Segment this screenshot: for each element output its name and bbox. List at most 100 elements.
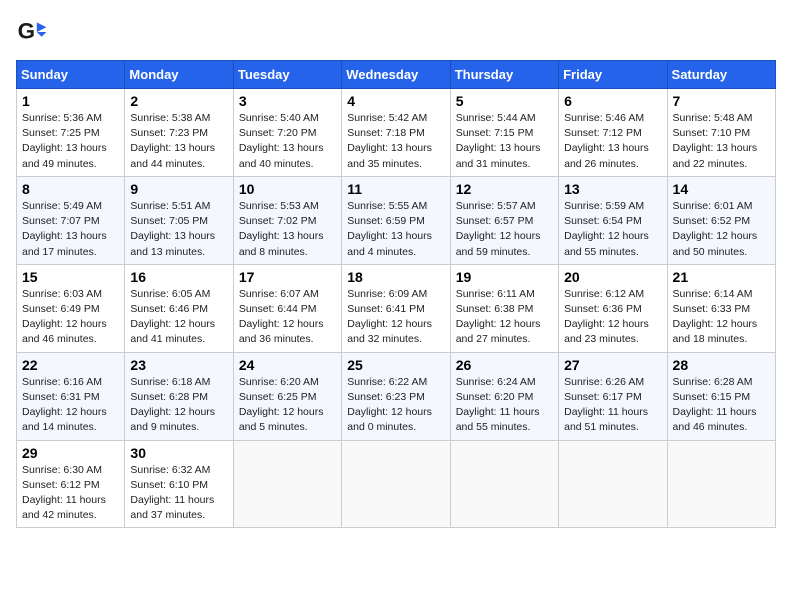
calendar-cell: 5 Sunrise: 5:44 AM Sunset: 7:15 PM Daylig… [450,89,558,177]
weekday-header: Sunday [17,61,125,89]
day-info: Sunrise: 6:01 AM Sunset: 6:52 PM Dayligh… [673,199,770,260]
day-info: Sunrise: 5:48 AM Sunset: 7:10 PM Dayligh… [673,111,770,172]
day-number: 5 [456,93,553,109]
day-number: 13 [564,181,661,197]
day-number: 26 [456,357,553,373]
weekday-header: Friday [559,61,667,89]
calendar-week-row: 22 Sunrise: 6:16 AM Sunset: 6:31 PM Dayli… [17,352,776,440]
day-info: Sunrise: 6:28 AM Sunset: 6:15 PM Dayligh… [673,375,770,436]
day-info: Sunrise: 5:55 AM Sunset: 6:59 PM Dayligh… [347,199,444,260]
calendar-cell: 4Sunrise: 5:42 AM Sunset: 7:18 PM Daylig… [342,89,450,177]
day-info: Sunrise: 6:22 AM Sunset: 6:23 PM Dayligh… [347,375,444,436]
weekday-header: Saturday [667,61,775,89]
day-info: Sunrise: 6:12 AM Sunset: 6:36 PM Dayligh… [564,287,661,348]
calendar-week-row: 8 Sunrise: 5:49 AM Sunset: 7:07 PM Daylig… [17,176,776,264]
day-info: Sunrise: 6:20 AM Sunset: 6:25 PM Dayligh… [239,375,336,436]
calendar-cell: 15 Sunrise: 6:03 AM Sunset: 6:49 PM Dayli… [17,264,125,352]
calendar-cell: 3Sunrise: 5:40 AM Sunset: 7:20 PM Daylig… [233,89,341,177]
day-info: Sunrise: 5:46 AM Sunset: 7:12 PM Dayligh… [564,111,661,172]
day-number: 22 [22,357,119,373]
day-info: Sunrise: 5:44 AM Sunset: 7:15 PM Dayligh… [456,111,553,172]
day-number: 18 [347,269,444,285]
calendar-cell: 29 Sunrise: 6:30 AM Sunset: 6:12 PM Dayli… [17,440,125,528]
day-number: 28 [673,357,770,373]
calendar-cell: 24 Sunrise: 6:20 AM Sunset: 6:25 PM Dayli… [233,352,341,440]
day-info: Sunrise: 6:03 AM Sunset: 6:49 PM Dayligh… [22,287,119,348]
day-info: Sunrise: 5:49 AM Sunset: 7:07 PM Dayligh… [22,199,119,260]
calendar-cell: 1 Sunrise: 5:36 AM Sunset: 7:25 PM Daylig… [17,89,125,177]
calendar-cell: 14 Sunrise: 6:01 AM Sunset: 6:52 PM Dayli… [667,176,775,264]
calendar-cell: 21 Sunrise: 6:14 AM Sunset: 6:33 PM Dayli… [667,264,775,352]
calendar-cell: 18 Sunrise: 6:09 AM Sunset: 6:41 PM Dayli… [342,264,450,352]
day-info: Sunrise: 5:51 AM Sunset: 7:05 PM Dayligh… [130,199,227,260]
calendar-cell: 11 Sunrise: 5:55 AM Sunset: 6:59 PM Dayli… [342,176,450,264]
day-number: 20 [564,269,661,285]
page-header: G [16,16,776,48]
day-number: 4 [347,93,444,109]
calendar-cell: 10Sunrise: 5:53 AM Sunset: 7:02 PM Dayli… [233,176,341,264]
day-number: 10 [239,181,336,197]
day-info: Sunrise: 5:36 AM Sunset: 7:25 PM Dayligh… [22,111,119,172]
day-number: 15 [22,269,119,285]
day-number: 29 [22,445,119,461]
day-number: 19 [456,269,553,285]
calendar-cell: 27 Sunrise: 6:26 AM Sunset: 6:17 PM Dayli… [559,352,667,440]
day-number: 3 [239,93,336,109]
calendar-cell: 8 Sunrise: 5:49 AM Sunset: 7:07 PM Daylig… [17,176,125,264]
weekday-header: Wednesday [342,61,450,89]
logo-icon: G [16,16,48,48]
day-info: Sunrise: 6:24 AM Sunset: 6:20 PM Dayligh… [456,375,553,436]
day-info: Sunrise: 6:14 AM Sunset: 6:33 PM Dayligh… [673,287,770,348]
weekday-header: Tuesday [233,61,341,89]
weekday-header: Monday [125,61,233,89]
calendar-cell: 25 Sunrise: 6:22 AM Sunset: 6:23 PM Dayli… [342,352,450,440]
svg-text:G: G [18,18,35,43]
calendar-cell [667,440,775,528]
day-number: 8 [22,181,119,197]
day-number: 24 [239,357,336,373]
calendar-cell: 13Sunrise: 5:59 AM Sunset: 6:54 PM Dayli… [559,176,667,264]
day-info: Sunrise: 6:30 AM Sunset: 6:12 PM Dayligh… [22,463,119,524]
day-info: Sunrise: 6:09 AM Sunset: 6:41 PM Dayligh… [347,287,444,348]
calendar-week-row: 1 Sunrise: 5:36 AM Sunset: 7:25 PM Daylig… [17,89,776,177]
day-number: 25 [347,357,444,373]
day-number: 23 [130,357,227,373]
calendar-cell: 2 Sunrise: 5:38 AM Sunset: 7:23 PM Daylig… [125,89,233,177]
calendar-cell: 23 Sunrise: 6:18 AM Sunset: 6:28 PM Dayli… [125,352,233,440]
calendar-cell: 16 Sunrise: 6:05 AM Sunset: 6:46 PM Dayli… [125,264,233,352]
calendar-cell: 9 Sunrise: 5:51 AM Sunset: 7:05 PM Daylig… [125,176,233,264]
day-number: 21 [673,269,770,285]
day-number: 16 [130,269,227,285]
day-info: Sunrise: 6:26 AM Sunset: 6:17 PM Dayligh… [564,375,661,436]
day-number: 6 [564,93,661,109]
day-number: 11 [347,181,444,197]
calendar-week-row: 15 Sunrise: 6:03 AM Sunset: 6:49 PM Dayli… [17,264,776,352]
day-number: 27 [564,357,661,373]
calendar-cell: 22 Sunrise: 6:16 AM Sunset: 6:31 PM Dayli… [17,352,125,440]
calendar-cell: 7 Sunrise: 5:48 AM Sunset: 7:10 PM Daylig… [667,89,775,177]
day-info: Sunrise: 5:38 AM Sunset: 7:23 PM Dayligh… [130,111,227,172]
calendar-header-row: SundayMondayTuesdayWednesdayThursdayFrid… [17,61,776,89]
day-info: Sunrise: 5:57 AM Sunset: 6:57 PM Dayligh… [456,199,553,260]
calendar-cell [233,440,341,528]
day-info: Sunrise: 6:32 AM Sunset: 6:10 PM Dayligh… [130,463,227,524]
day-number: 7 [673,93,770,109]
day-number: 17 [239,269,336,285]
calendar-cell: 6 Sunrise: 5:46 AM Sunset: 7:12 PM Daylig… [559,89,667,177]
day-number: 14 [673,181,770,197]
calendar-cell: 28 Sunrise: 6:28 AM Sunset: 6:15 PM Dayli… [667,352,775,440]
day-number: 1 [22,93,119,109]
calendar-cell [342,440,450,528]
day-number: 9 [130,181,227,197]
logo: G [16,16,54,48]
day-number: 2 [130,93,227,109]
day-info: Sunrise: 6:16 AM Sunset: 6:31 PM Dayligh… [22,375,119,436]
calendar-cell [559,440,667,528]
calendar-table: SundayMondayTuesdayWednesdayThursdayFrid… [16,60,776,528]
calendar-cell: 12Sunrise: 5:57 AM Sunset: 6:57 PM Dayli… [450,176,558,264]
day-number: 30 [130,445,227,461]
calendar-cell: 19Sunrise: 6:11 AM Sunset: 6:38 PM Dayli… [450,264,558,352]
calendar-cell: 20 Sunrise: 6:12 AM Sunset: 6:36 PM Dayli… [559,264,667,352]
day-info: Sunrise: 6:05 AM Sunset: 6:46 PM Dayligh… [130,287,227,348]
day-info: Sunrise: 6:18 AM Sunset: 6:28 PM Dayligh… [130,375,227,436]
